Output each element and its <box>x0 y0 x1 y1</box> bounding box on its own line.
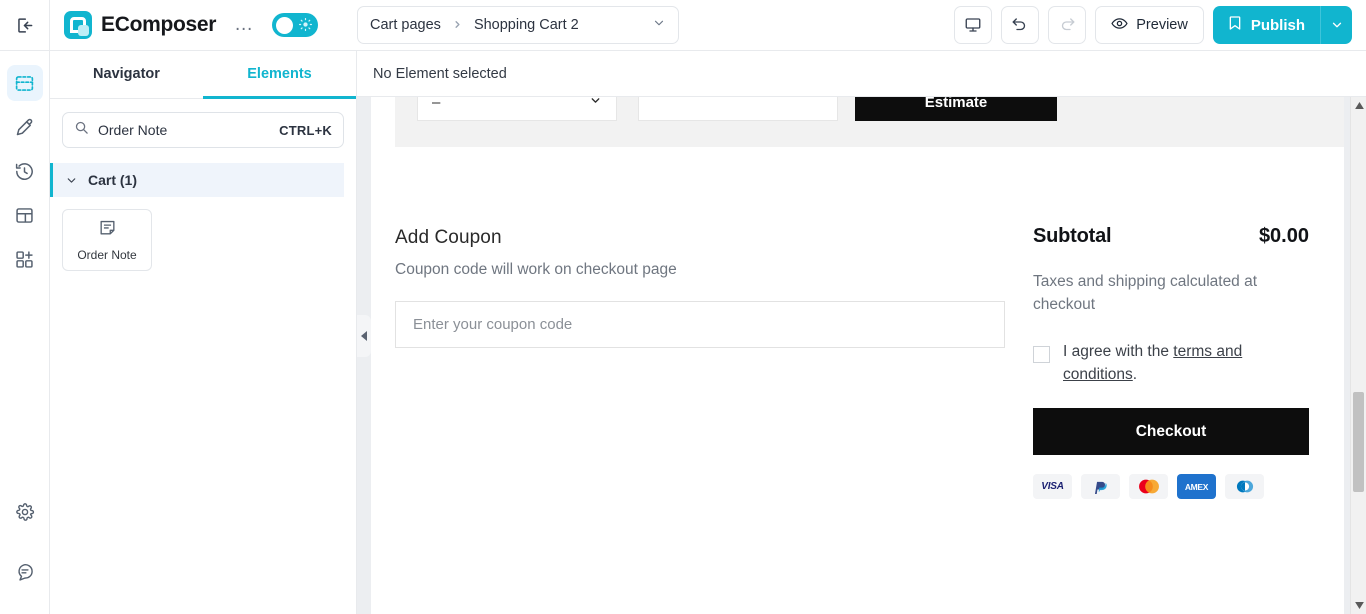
estimate-country-select[interactable]: – <box>417 97 617 121</box>
tab-navigator[interactable]: Navigator <box>50 51 203 99</box>
terms-suffix: . <box>1132 366 1138 383</box>
canvas-collapse-handle[interactable] <box>357 315 371 357</box>
cart-summary: Subtotal $0.00 Taxes and shipping calcul… <box>1033 225 1309 499</box>
redo-icon[interactable] <box>1048 6 1087 44</box>
coupon-block: Add Coupon Coupon code will work on chec… <box>395 227 1005 348</box>
canvas-column: No Element selected – Estimate Add Coupo… <box>357 51 1366 614</box>
publish-button[interactable]: Publish <box>1212 6 1320 44</box>
terms-text: I agree with the terms and conditions. <box>1063 340 1309 386</box>
selection-status-bar: No Element selected <box>357 51 1366 97</box>
caret-up-icon[interactable] <box>1351 97 1366 114</box>
terms-prefix: I agree with the <box>1063 343 1174 360</box>
mastercard-icon <box>1129 474 1168 499</box>
theme-toggle[interactable] <box>272 13 319 37</box>
desktop-icon[interactable] <box>954 6 993 44</box>
search-icon <box>74 120 89 140</box>
search-input[interactable]: Order Note CTRL+K <box>62 112 344 148</box>
diners-club-icon <box>1225 474 1264 499</box>
ellipsis-icon[interactable]: … <box>234 15 254 34</box>
top-bar-actions: Preview Publish <box>954 6 1352 44</box>
estimate-button[interactable]: Estimate <box>855 97 1057 121</box>
sidebar-item-history[interactable] <box>7 153 43 189</box>
sidebar-item-design[interactable] <box>7 109 43 145</box>
payment-methods: VISA AMEX <box>1033 474 1309 499</box>
estimate-country-value: – <box>432 97 441 111</box>
coupon-title: Add Coupon <box>395 227 502 248</box>
publish-label: Publish <box>1250 16 1305 34</box>
sun-icon <box>299 17 313 36</box>
exit-icon[interactable] <box>0 0 50 50</box>
subtotal-value: $0.00 <box>1258 225 1309 247</box>
breadcrumb-current[interactable]: Shopping Cart 2 <box>474 17 579 33</box>
estimate-shipping-row: – Estimate <box>417 97 1344 121</box>
canvas-area: – Estimate Add Coupon Coupon code will w… <box>357 97 1366 614</box>
elements-panel: Navigator Elements Order Note CTRL+K Car… <box>50 51 357 614</box>
chevron-down-icon <box>589 97 602 111</box>
breadcrumb[interactable]: Cart pages Shopping Cart 2 <box>357 6 679 44</box>
element-card-grid: Order Note <box>50 197 356 283</box>
brand: EComposer <box>64 11 216 39</box>
element-group-label: Cart (1) <box>88 172 138 188</box>
subtotal-label: Subtotal <box>1033 225 1112 247</box>
publish-group: Publish <box>1212 6 1352 44</box>
tax-shipping-note: Taxes and shipping calculated at checkou… <box>1033 273 1258 313</box>
top-bar: EComposer … Cart pages Shopping Cart 2 P… <box>0 0 1366 51</box>
terms-agreement-row: I agree with the terms and conditions. <box>1033 340 1309 386</box>
toggle-knob <box>276 16 294 34</box>
coupon-code-input[interactable]: Enter your coupon code <box>395 301 1005 348</box>
subtotal-row: Subtotal $0.00 <box>1033 225 1309 248</box>
sidebar-item-templates[interactable] <box>7 197 43 233</box>
chevron-down-icon[interactable] <box>652 16 666 35</box>
ecomposer-builder-window: EComposer … Cart pages Shopping Cart 2 P… <box>0 0 1366 614</box>
sidebar-item-settings[interactable] <box>7 494 43 530</box>
breadcrumb-root[interactable]: Cart pages <box>370 17 441 33</box>
terms-checkbox[interactable] <box>1033 346 1050 363</box>
search-input-value: Order Note <box>98 122 168 138</box>
sticky-note-icon <box>98 218 117 242</box>
sidebar-item-elements[interactable] <box>6 65 43 101</box>
publish-dropdown-toggle[interactable] <box>1320 6 1352 44</box>
element-card-order-note[interactable]: Order Note <box>62 209 152 271</box>
estimate-zip-input[interactable] <box>638 97 838 121</box>
chevron-down-icon <box>65 174 78 187</box>
element-card-label: Order Note <box>77 248 137 262</box>
coupon-code-placeholder: Enter your coupon code <box>413 316 573 333</box>
breadcrumb-separator <box>452 18 463 33</box>
sidebar-item-support[interactable] <box>7 554 43 590</box>
panel-tabs: Navigator Elements <box>50 51 356 99</box>
sidebar-item-apps[interactable] <box>7 241 43 277</box>
checkout-button[interactable]: Checkout <box>1033 408 1309 455</box>
page-preview: – Estimate Add Coupon Coupon code will w… <box>371 97 1344 614</box>
bookmark-icon <box>1227 15 1243 35</box>
undo-icon[interactable] <box>1001 6 1040 44</box>
search-wrapper: Order Note CTRL+K <box>50 99 356 148</box>
caret-down-icon[interactable] <box>1351 597 1366 614</box>
scrollbar-thumb[interactable] <box>1353 392 1364 492</box>
tab-elements[interactable]: Elements <box>203 51 356 99</box>
preview-label: Preview <box>1136 17 1188 33</box>
coupon-subtitle: Coupon code will work on checkout page <box>395 261 677 278</box>
canvas-scrollbar[interactable] <box>1350 97 1366 614</box>
main-body: Navigator Elements Order Note CTRL+K Car… <box>0 51 1366 614</box>
rail-bottom-group <box>0 494 50 598</box>
selection-status-text: No Element selected <box>373 65 507 82</box>
paypal-icon <box>1081 474 1120 499</box>
preview-button[interactable]: Preview <box>1095 6 1204 44</box>
search-shortcut: CTRL+K <box>279 122 332 138</box>
left-icon-rail <box>0 51 50 614</box>
eye-icon <box>1111 15 1128 36</box>
brand-name: EComposer <box>101 13 217 36</box>
ecomposer-logo-icon <box>64 11 92 39</box>
element-group-cart[interactable]: Cart (1) <box>50 163 344 197</box>
amex-icon: AMEX <box>1177 474 1216 499</box>
visa-icon: VISA <box>1033 474 1072 499</box>
